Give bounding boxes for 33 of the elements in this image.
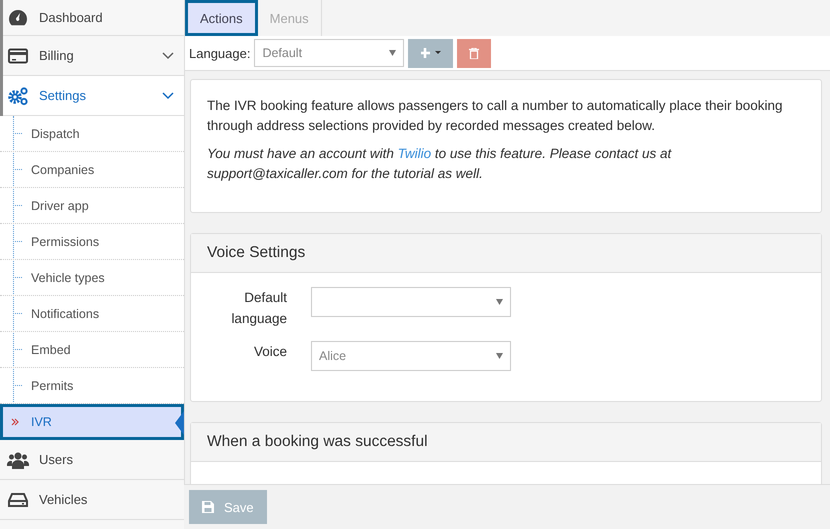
caret-icon: [496, 299, 503, 305]
sidebar-subitem[interactable]: IVR: [0, 404, 184, 440]
info-note: You must have an account with Twilio to use this feature. Please contact us at support@taxicaller.com for the tutorial as well.: [207, 145, 673, 183]
tab[interactable]: Actions: [185, 0, 258, 36]
sidebar-subitem[interactable]: Companies: [0, 152, 184, 188]
gauge-icon: [8, 8, 28, 26]
sidebar-subitem[interactable]: Dispatch: [0, 116, 184, 152]
sidebar-subitem[interactable]: Permissions: [0, 224, 184, 260]
credit-card-icon: [8, 48, 28, 64]
gears-icon: [7, 86, 29, 106]
select-field[interactable]: Alice: [311, 341, 511, 371]
double-chevron-icon: [11, 418, 19, 426]
field-label: Voice: [252, 343, 287, 361]
info-paragraph: The IVR booking feature allows passengers to call a number to automatically place their booking through address selections provided by recorded messages created below.: [207, 97, 784, 135]
trash-icon: [469, 48, 480, 58]
add-button[interactable]: [408, 38, 454, 68]
sidebar-subitem[interactable]: Vehicle types: [0, 260, 184, 296]
plus-caret-icon: [420, 48, 441, 58]
drive-icon: [8, 492, 28, 508]
sidebar-subitem[interactable]: Embed: [0, 332, 184, 368]
sidebar-subitem[interactable]: Notifications: [0, 296, 184, 332]
language-label: Language:: [189, 46, 250, 60]
sidebar-item[interactable]: Settings: [0, 76, 184, 116]
field-label: Default language: [230, 289, 287, 328]
delete-button[interactable]: [457, 38, 492, 68]
language-select[interactable]: Default: [254, 39, 404, 67]
select-field[interactable]: [311, 287, 511, 317]
caret-icon: [496, 353, 503, 359]
caret-icon: [389, 50, 396, 56]
sidebar-subitem[interactable]: Driver app: [0, 188, 184, 224]
section-title: Voice Settings: [191, 234, 821, 273]
users-icon: [7, 450, 29, 468]
section-title: When a booking was successful: [191, 423, 821, 462]
